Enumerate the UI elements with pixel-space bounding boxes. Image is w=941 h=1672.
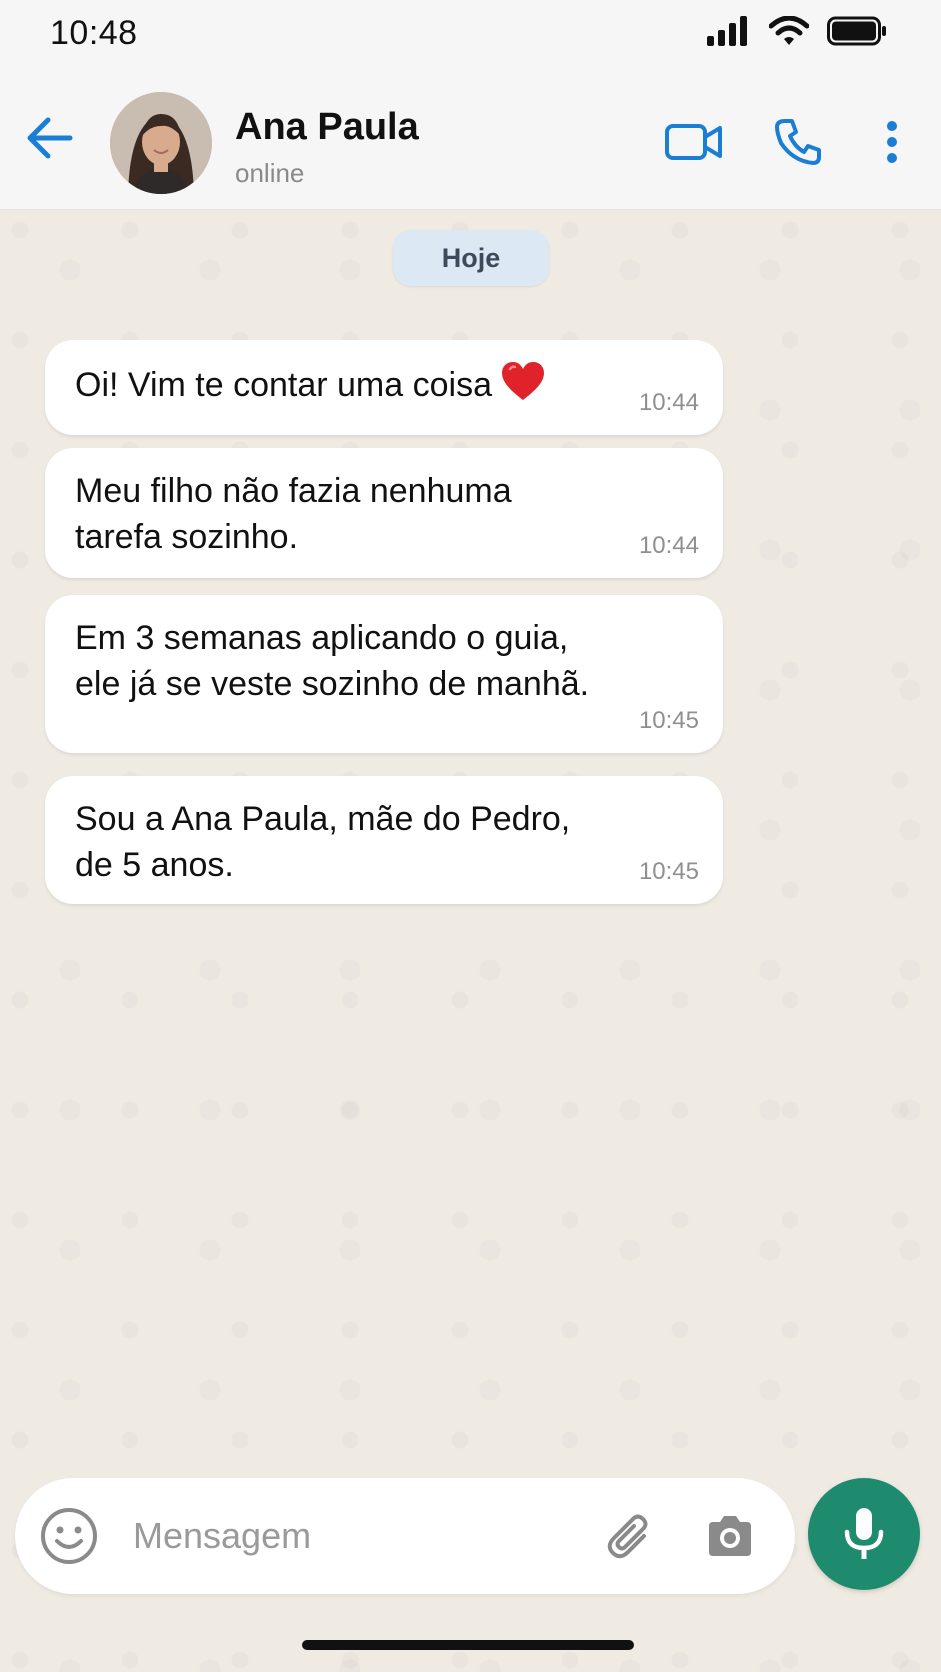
message-composer: [15, 1478, 795, 1594]
camera-icon: [709, 1516, 751, 1556]
message-time: 10:44: [638, 532, 699, 559]
voice-call-button[interactable]: [770, 114, 826, 170]
message-bubble[interactable]: Sou a Ana Paula, mãe do Pedro, de 5 anos…: [45, 776, 723, 904]
message-time: 10:44: [638, 389, 699, 416]
message-time: 10:45: [638, 707, 699, 734]
message-time: 10:45: [638, 858, 699, 885]
chat-area[interactable]: Hoje Oi! Vim te contar uma coisa 10:44 M…: [0, 210, 941, 1672]
back-button[interactable]: [22, 110, 78, 166]
more-vertical-icon: [887, 121, 897, 163]
message-bubble[interactable]: Oi! Vim te contar uma coisa 10:44: [45, 340, 723, 435]
voice-message-button[interactable]: [808, 1478, 920, 1590]
wifi-icon: [769, 16, 809, 45]
date-separator: Hoje: [393, 230, 549, 286]
attach-button[interactable]: [600, 1506, 660, 1566]
message-text: Oi! Vim te contar uma coisa: [75, 360, 635, 408]
contact-name[interactable]: Ana Paula: [235, 106, 419, 149]
avatar[interactable]: [110, 92, 212, 194]
message-text: Meu filho não fazia nenhuma tarefa sozin…: [75, 472, 512, 556]
avatar-photo: [110, 92, 212, 194]
battery-icon: [827, 16, 886, 46]
paperclip-icon: [607, 1514, 648, 1559]
message-input[interactable]: [133, 1508, 563, 1564]
message-text: Sou a Ana Paula, mãe do Pedro, de 5 anos…: [75, 800, 571, 884]
video-call-icon: [665, 124, 722, 160]
signal-icon: [707, 16, 747, 46]
phone-icon: [775, 119, 821, 165]
message-bubble[interactable]: Em 3 semanas aplicando o guia, ele já se…: [45, 595, 723, 753]
home-indicator[interactable]: [302, 1640, 634, 1650]
microphone-icon: [844, 1508, 884, 1559]
back-arrow-icon: [27, 117, 73, 159]
status-icons: [707, 16, 887, 46]
message-text: Em 3 semanas aplicando o guia, ele já se…: [75, 619, 590, 703]
emoji-icon: [41, 1508, 97, 1564]
camera-button[interactable]: [700, 1506, 760, 1566]
message-bubble[interactable]: Meu filho não fazia nenhuma tarefa sozin…: [45, 448, 723, 578]
more-options-button[interactable]: [872, 114, 912, 170]
chat-header: Ana Paula online: [0, 70, 941, 210]
status-bar: 10:48: [0, 0, 941, 70]
video-call-button[interactable]: [664, 114, 724, 170]
contact-status: online: [235, 158, 305, 188]
emoji-button[interactable]: [39, 1506, 99, 1566]
status-time: 10:48: [50, 14, 138, 52]
red-heart-emoji: [501, 362, 544, 400]
